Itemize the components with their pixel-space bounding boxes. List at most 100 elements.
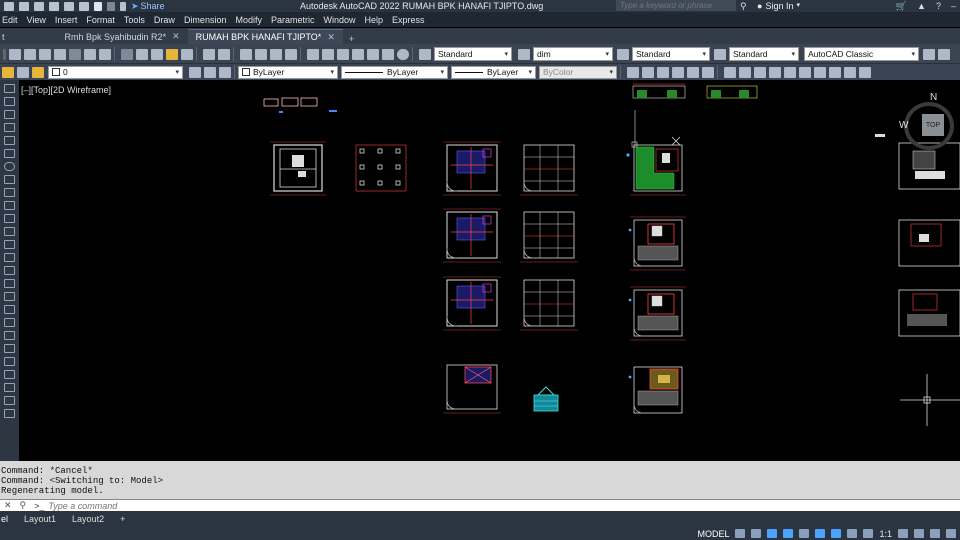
tab-layout1[interactable]: Layout1: [16, 514, 64, 524]
tab-start-cutoff[interactable]: t: [0, 29, 7, 44]
save-icon[interactable]: [34, 1, 44, 11]
circle-icon[interactable]: [4, 162, 15, 171]
center-mark-icon[interactable]: [799, 66, 811, 78]
add-layout-icon[interactable]: +: [112, 514, 133, 524]
annotation-visibility-icon[interactable]: [847, 529, 858, 538]
compass-west-label[interactable]: W: [899, 120, 908, 131]
move-icon[interactable]: [4, 370, 15, 379]
mirror-icon[interactable]: [4, 331, 15, 340]
polyline-icon[interactable]: [4, 110, 15, 119]
new-file-icon[interactable]: [4, 1, 14, 11]
design-center-icon[interactable]: [322, 48, 334, 60]
paste-icon[interactable]: [151, 48, 163, 60]
jogged-linear-icon[interactable]: [829, 66, 841, 78]
text-style-icon[interactable]: [419, 48, 431, 60]
dim-style-icon[interactable]: [518, 48, 530, 60]
close-icon[interactable]: ✕: [172, 31, 180, 42]
ellipse-icon[interactable]: [4, 201, 15, 210]
multileader-style-icon[interactable]: [714, 48, 726, 60]
copy-icon[interactable]: [136, 48, 148, 60]
help-icon[interactable]: ?: [936, 0, 941, 12]
layer-lock-icon[interactable]: [32, 66, 44, 78]
share-button[interactable]: ➤ Share: [131, 1, 165, 12]
layer-states-icon[interactable]: [219, 66, 231, 78]
add-selected-icon[interactable]: [4, 409, 15, 418]
dropdown-icon[interactable]: [120, 1, 126, 11]
zoom-window-icon[interactable]: [270, 48, 282, 60]
dimension-edit-icon[interactable]: [844, 66, 856, 78]
linetype-dropdown[interactable]: ByLayer ▾: [341, 65, 448, 79]
object-snap-icon[interactable]: [831, 529, 842, 538]
line-icon[interactable]: [4, 84, 15, 93]
annotation-monitor-icon[interactable]: [914, 529, 924, 538]
auto-scale-icon[interactable]: [863, 529, 874, 538]
markup-icon[interactable]: [367, 48, 379, 60]
text-style-dropdown[interactable]: Standard ▾: [434, 47, 512, 61]
dimension-diameter-icon[interactable]: [702, 66, 714, 78]
autodesk-a-icon[interactable]: ▲: [917, 0, 926, 12]
menu-item-window[interactable]: Window: [324, 15, 365, 25]
ortho-icon[interactable]: [767, 529, 778, 538]
isodraft-icon[interactable]: [799, 529, 810, 538]
annotation-scale[interactable]: 1:1: [879, 529, 892, 539]
insert-block-icon[interactable]: [4, 214, 15, 223]
dimension-update-icon[interactable]: [859, 66, 871, 78]
menu-item-edit[interactable]: Edit: [0, 15, 27, 25]
dimension-ordinate-icon[interactable]: [672, 66, 684, 78]
layer-previous-icon[interactable]: [204, 66, 216, 78]
signin-button[interactable]: ● Sign In ▾: [757, 0, 800, 12]
tolerance-icon[interactable]: [784, 66, 796, 78]
redo-icon[interactable]: [218, 48, 230, 60]
multiline-text-icon[interactable]: [4, 396, 15, 405]
multileader-style-dropdown[interactable]: Standard ▾: [729, 47, 799, 61]
construction-line-icon[interactable]: [4, 97, 15, 106]
undo-icon[interactable]: [94, 1, 102, 11]
menu-item-draw[interactable]: Draw: [154, 15, 184, 25]
open-file-icon[interactable]: [19, 1, 29, 11]
properties-icon[interactable]: [307, 48, 319, 60]
inspection-icon[interactable]: [814, 66, 826, 78]
compass-north-label[interactable]: N: [930, 92, 937, 103]
undo-icon[interactable]: [203, 48, 215, 60]
viewcube-top-face[interactable]: TOP: [922, 114, 944, 136]
command-close-icon[interactable]: ✕: [0, 500, 16, 511]
tab-layout2[interactable]: Layout2: [64, 514, 112, 524]
plot-icon[interactable]: [79, 1, 89, 11]
grid-icon[interactable]: [735, 529, 746, 538]
plot-preview-icon[interactable]: [69, 48, 81, 60]
tab-rmh-bpk-syahibudin[interactable]: Rmh Bpk Syahibudin R2* ✕: [57, 29, 188, 44]
polar-tracking-icon[interactable]: [783, 529, 794, 538]
dimension-baseline-icon[interactable]: [724, 66, 736, 78]
save-as-icon[interactable]: [49, 1, 59, 11]
zoom-previous-icon[interactable]: [285, 48, 297, 60]
arc-icon[interactable]: [4, 149, 15, 158]
menu-item-format[interactable]: Format: [86, 15, 124, 25]
redo-icon[interactable]: [107, 1, 115, 11]
publish-icon[interactable]: [84, 48, 96, 60]
cart-icon[interactable]: 🛒: [896, 0, 907, 12]
save-icon[interactable]: [39, 48, 51, 60]
menu-item-modify[interactable]: Modify: [235, 15, 271, 25]
plotstyle-dropdown[interactable]: ByColor ▾: [539, 65, 617, 79]
help-icon[interactable]: [397, 48, 409, 60]
hatch-icon[interactable]: [4, 253, 15, 262]
command-input[interactable]: [48, 500, 449, 511]
dimension-break-icon[interactable]: [769, 66, 781, 78]
layer-bulb-icon[interactable]: [2, 66, 14, 78]
minimize-icon[interactable]: –: [951, 0, 956, 12]
quickcalc-icon[interactable]: [382, 48, 394, 60]
pan-icon[interactable]: [240, 48, 252, 60]
gradient-icon[interactable]: [4, 266, 15, 275]
menu-item-express[interactable]: Express: [392, 15, 434, 25]
erase-icon[interactable]: [4, 305, 15, 314]
cut-icon[interactable]: [121, 48, 133, 60]
dimension-arc-icon[interactable]: [657, 66, 669, 78]
dimension-space-icon[interactable]: [754, 66, 766, 78]
dim-style-dropdown[interactable]: dim ▾: [533, 47, 613, 61]
rectangle-icon[interactable]: [4, 136, 15, 145]
tool-palettes-icon[interactable]: [337, 48, 349, 60]
dimension-radius-icon[interactable]: [687, 66, 699, 78]
open-icon[interactable]: [24, 48, 36, 60]
dimension-linear-icon[interactable]: [627, 66, 639, 78]
new-tab-button[interactable]: +: [343, 34, 360, 44]
